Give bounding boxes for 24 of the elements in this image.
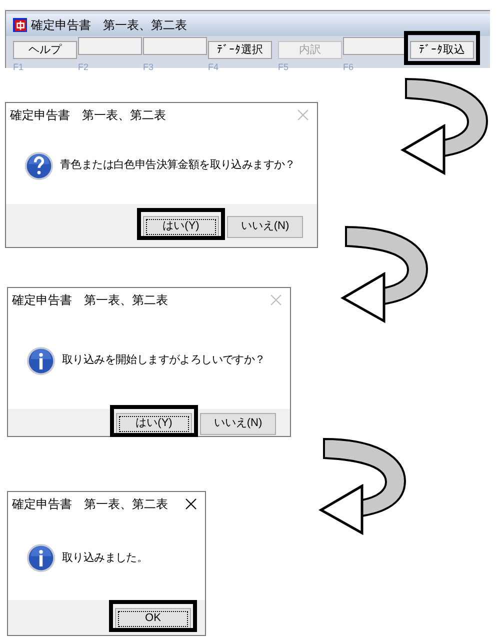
function-key-label: F1 <box>13 62 24 72</box>
function-key-label: F6 <box>343 62 354 72</box>
dialog-message: 取り込みを開始しますがよろしいですか？ <box>62 353 266 368</box>
dialog-button[interactable]: はい(Y) <box>143 216 219 238</box>
dialog-button[interactable]: はい(Y) <box>116 412 192 435</box>
function-key-label: F4 <box>208 62 219 72</box>
dialog-button[interactable]: OK <box>115 608 191 630</box>
dialog-title: 確定申告書 第一表、第二表 <box>12 496 168 513</box>
window-title: 確定申告書 第一表、第二表 <box>31 17 187 34</box>
function-button[interactable]: ﾃﾞｰﾀ取込 <box>410 41 474 59</box>
function-key-label: F2 <box>78 62 89 72</box>
function-button[interactable]: ﾃﾞｰﾀ選択 <box>208 41 272 59</box>
function-button[interactable] <box>343 37 407 55</box>
dialog-button[interactable]: いいえ(N) <box>200 412 276 435</box>
app-logo-icon <box>13 18 27 32</box>
function-key-label: F5 <box>278 62 289 72</box>
function-button[interactable]: ヘルプ <box>13 41 77 59</box>
close-icon[interactable] <box>185 498 197 510</box>
dialog-message: 取り込みました。 <box>62 550 148 566</box>
dialog-title: 確定申告書 第一表、第二表 <box>10 107 166 124</box>
dialog-message: 青色または白色申告決算金額を取り込みますか？ <box>60 158 296 174</box>
function-key-label: F3 <box>143 62 154 72</box>
dialog-title: 確定申告書 第一表、第二表 <box>12 292 168 309</box>
dialog-button[interactable]: いいえ(N) <box>227 216 303 238</box>
